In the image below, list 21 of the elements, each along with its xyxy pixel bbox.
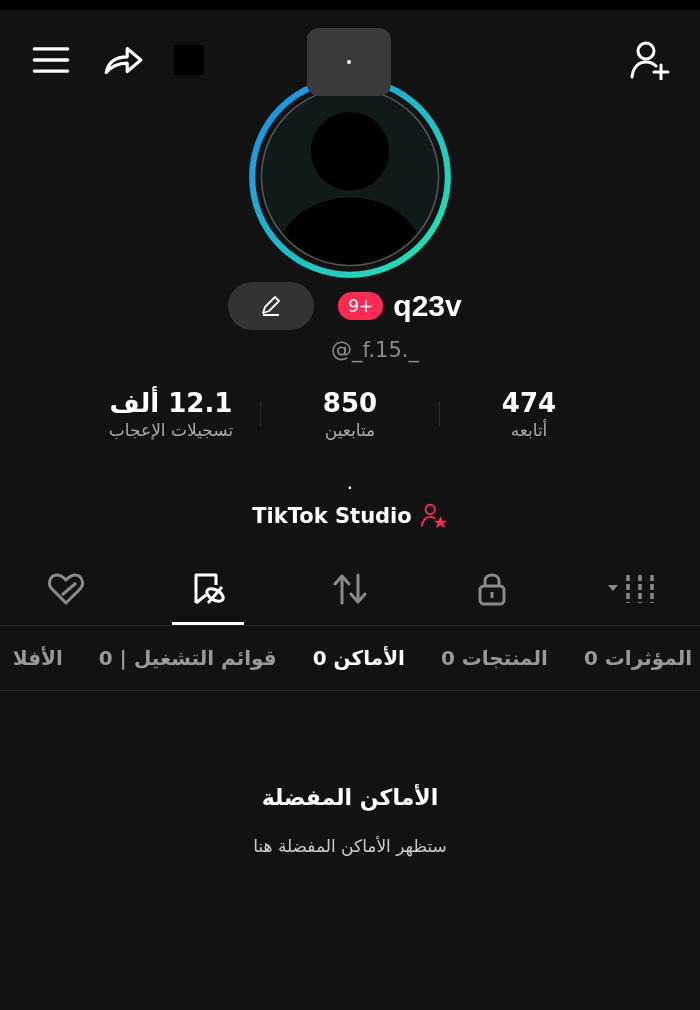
stat-label: متابعين [324, 420, 376, 440]
edit-profile-button[interactable] [228, 282, 315, 330]
notification-badge[interactable]: 9+ [338, 292, 384, 320]
stat-value: 12.1 ألف [109, 388, 233, 418]
filter-tab[interactable]: المنتجات 0 [440, 646, 548, 670]
filter-tab[interactable]: الأماكن 0 [312, 646, 405, 670]
studio-link[interactable]: TikTok Studio [252, 502, 448, 530]
stat-label: تسجيلات الإعجاب [108, 420, 234, 440]
creator-icon [419, 502, 448, 530]
user-handle: @_f.15._ [330, 338, 421, 362]
empty-message: ستظهر الأماكن المفضلة هنا [253, 836, 447, 856]
empty-title: الأماكن المفضلة [261, 785, 439, 810]
stat-value: 850 [322, 388, 378, 418]
username: q23v [393, 289, 462, 323]
filter-tab[interactable]: الأفلا [12, 646, 63, 670]
filter-tab[interactable]: قوائم التشغيل | 0 [98, 646, 277, 670]
filter-tab[interactable]: المؤثرات 0 [583, 646, 692, 670]
stat-label: أتابعه [510, 420, 548, 440]
stat-value: 474 [501, 388, 557, 418]
bio: . [345, 470, 355, 494]
add-friend-icon[interactable] [630, 40, 672, 80]
